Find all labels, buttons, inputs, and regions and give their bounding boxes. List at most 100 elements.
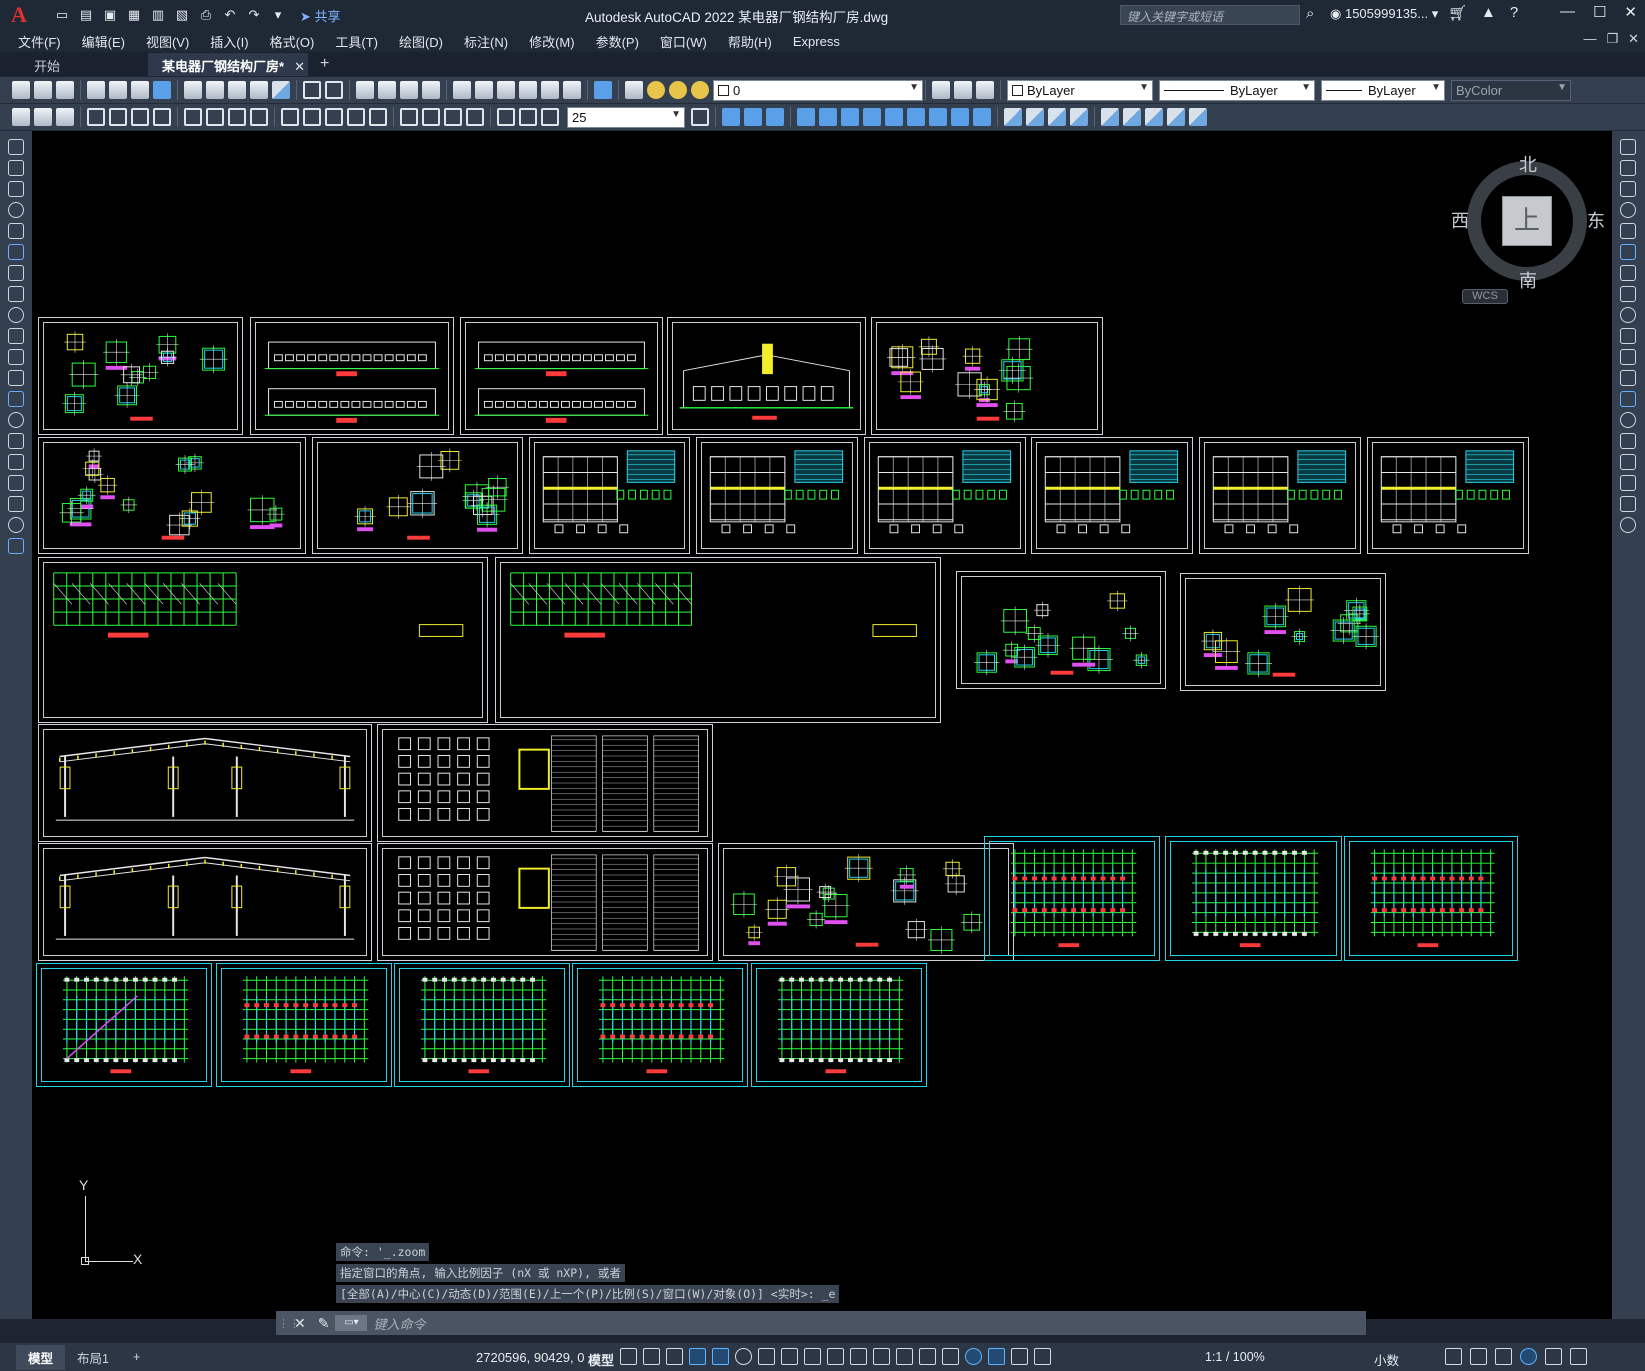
autocad-logo-icon[interactable]: A — [6, 2, 32, 28]
join-icon[interactable] — [1101, 108, 1119, 126]
cart-icon[interactable]: 🛒︎ — [1448, 4, 1467, 22]
drawing-sheet[interactable] — [1031, 437, 1193, 554]
make-block-icon[interactable] — [8, 391, 24, 407]
tool-palettes-icon[interactable] — [497, 81, 515, 99]
help-icon[interactable]: ? — [1510, 4, 1518, 22]
mirror-icon[interactable] — [766, 108, 784, 126]
break-icon[interactable] — [973, 108, 991, 126]
color-dropdown[interactable]: ByLayer ▼ — [1007, 79, 1153, 101]
selection-filter-icon[interactable] — [942, 1348, 959, 1365]
preview-icon[interactable] — [109, 81, 127, 99]
zoom-realtime-icon[interactable] — [378, 81, 396, 99]
menu-item[interactable]: 插入(I) — [210, 32, 248, 51]
markup-icon[interactable] — [541, 81, 559, 99]
wcs-menu[interactable]: WCS — [1462, 289, 1508, 304]
drawing-sheet[interactable] — [38, 843, 372, 961]
menu-item[interactable]: 参数(P) — [596, 32, 639, 51]
layer-dropdown[interactable]: 0 ▼ — [713, 79, 923, 101]
tab-close-icon[interactable]: ✕ — [294, 59, 305, 74]
point-icon[interactable] — [8, 412, 24, 428]
trim-icon[interactable] — [1620, 328, 1636, 344]
drawing-sheet[interactable] — [871, 317, 1103, 435]
angular-icon[interactable] — [250, 108, 268, 126]
fillet-icon[interactable] — [1620, 454, 1636, 470]
object-snap-tracking-icon[interactable] — [781, 1348, 798, 1365]
dimension-update-icon[interactable] — [541, 108, 559, 126]
layer-freeze-icon[interactable] — [669, 81, 687, 99]
redo-icon[interactable]: ↷ — [244, 6, 264, 24]
break-icon[interactable] — [1620, 391, 1636, 407]
minimize-icon[interactable]: — — [1560, 3, 1575, 21]
snap-icon[interactable] — [643, 1348, 660, 1365]
redo-icon[interactable] — [325, 81, 343, 99]
edit-spline-icon[interactable] — [1189, 108, 1207, 126]
join-icon[interactable] — [1620, 412, 1636, 428]
stretch-icon[interactable] — [907, 108, 925, 126]
polygon-icon[interactable] — [8, 202, 24, 218]
command-close-icon[interactable]: ✕ — [294, 1315, 306, 1332]
spline-icon[interactable] — [8, 307, 24, 323]
doc-restore-icon[interactable]: ❐ — [1606, 31, 1618, 47]
zoom-window-icon[interactable] — [400, 81, 418, 99]
menu-item[interactable]: 编辑(E) — [82, 32, 125, 51]
drawing-sheet[interactable] — [1165, 836, 1342, 961]
layer-manager-icon[interactable] — [625, 81, 643, 99]
drawing-sheet[interactable] — [36, 963, 212, 1087]
drawing-sheet[interactable] — [1344, 836, 1518, 961]
ordinate-icon[interactable] — [153, 108, 171, 126]
customization-icon[interactable] — [1570, 1348, 1587, 1365]
line-icon[interactable] — [8, 139, 24, 155]
drawing-sheet[interactable] — [751, 963, 927, 1087]
offset-icon[interactable] — [1620, 202, 1636, 218]
drawing-sheet[interactable] — [394, 963, 570, 1087]
blend-icon[interactable] — [1048, 108, 1066, 126]
search-icon[interactable]: ⌕ — [1306, 5, 1324, 23]
mtext-icon[interactable] — [8, 517, 24, 533]
new-tab-icon[interactable]: + — [320, 55, 329, 73]
fillet-icon[interactable] — [1026, 108, 1044, 126]
quick-dimension-icon[interactable] — [281, 108, 299, 126]
circle-icon[interactable] — [8, 265, 24, 281]
paste-icon[interactable] — [228, 81, 246, 99]
customize-dropdown-icon[interactable]: ▾ — [268, 6, 288, 24]
drawing-sheet[interactable] — [312, 437, 523, 554]
gizmo-icon[interactable] — [965, 1348, 982, 1365]
arc-icon[interactable] — [8, 244, 24, 260]
command-customize-icon[interactable]: ✎ — [318, 1315, 330, 1332]
lineweight-icon[interactable] — [827, 1348, 844, 1365]
edit-polyline-icon[interactable] — [1167, 108, 1185, 126]
drawing-sheet[interactable] — [718, 843, 1014, 961]
tab-active-drawing[interactable]: 某电器厂钢结构厂房* ✕ — [148, 53, 308, 76]
table-icon[interactable] — [8, 496, 24, 512]
dynamic-ucs-icon[interactable] — [919, 1348, 936, 1365]
dimension-edit-icon[interactable] — [497, 108, 515, 126]
autodesk-app-icon[interactable]: ▲ — [1481, 4, 1496, 22]
linear-dimension-icon[interactable] — [87, 108, 105, 126]
offset-icon[interactable] — [797, 108, 815, 126]
drawing-sheet[interactable] — [1199, 437, 1361, 554]
design-center-icon[interactable] — [475, 81, 493, 99]
rectangle-icon[interactable] — [8, 223, 24, 239]
pan-icon[interactable] — [356, 81, 374, 99]
command-line-grip-icon[interactable]: ⋮⋮ — [276, 1317, 300, 1330]
quick-properties-icon[interactable] — [1445, 1348, 1462, 1365]
viewcube[interactable]: 上 北 南 西 东 — [1451, 151, 1605, 301]
inspection-icon[interactable] — [444, 108, 462, 126]
compass-east[interactable]: 东 — [1587, 207, 1605, 233]
isolate-objects-icon[interactable] — [1495, 1348, 1512, 1365]
toolbar-icon[interactable] — [56, 108, 74, 126]
menu-item[interactable]: 视图(V) — [146, 32, 189, 51]
mirror-icon[interactable] — [1620, 181, 1636, 197]
drawing-sheet[interactable] — [377, 724, 713, 842]
drawing-sheet[interactable] — [572, 963, 748, 1087]
layer-states-icon[interactable] — [976, 81, 994, 99]
menu-item[interactable]: 标注(N) — [464, 32, 508, 51]
dimension-style-dropdown[interactable]: 25 ▼ — [567, 106, 685, 128]
scale-icon[interactable] — [885, 108, 903, 126]
maximize-icon[interactable]: ☐ — [1593, 3, 1606, 21]
clean-screen-icon[interactable] — [1545, 1348, 1562, 1365]
jogged-linear-icon[interactable] — [466, 108, 484, 126]
dimension-style-icon[interactable] — [691, 108, 709, 126]
publish-icon[interactable]: ▥ — [148, 6, 168, 24]
polar-tracking-icon[interactable] — [735, 1348, 752, 1365]
